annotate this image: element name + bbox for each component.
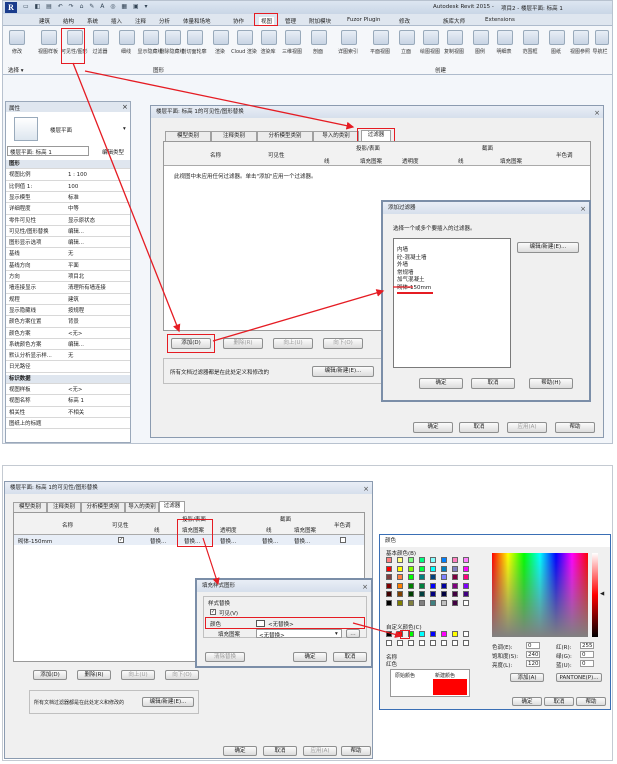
annotation-arrows-bottom: [202, 537, 403, 638]
bottom-screenshot: 楼层平面: 标高 1的可见性/图形替换 × 模型类别 注释类别 分析模型类别 导入…: [2, 465, 613, 761]
annotation-arrows-top: [72, 62, 413, 342]
top-screenshot: R ▭ ◧ ▤ ↶ ↷ ⌂ ✎ A ◎ ▦ ▣ ▾ Autodesk Revit…: [2, 0, 613, 444]
